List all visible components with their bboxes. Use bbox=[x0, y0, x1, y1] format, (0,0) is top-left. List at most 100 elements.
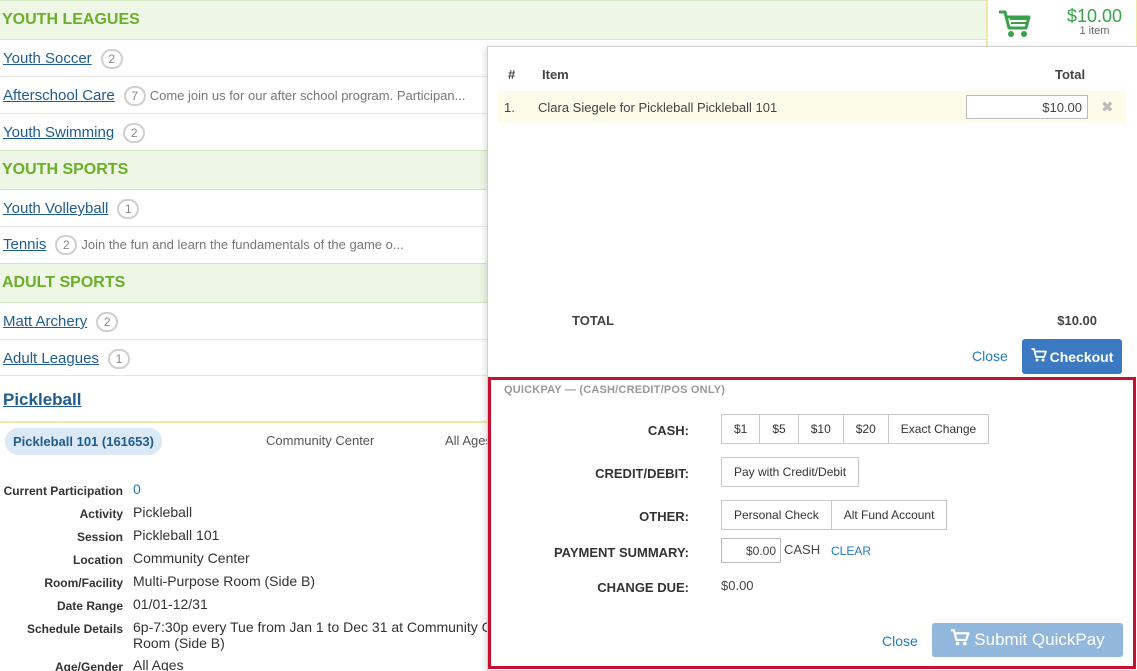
count-badge: 2 bbox=[123, 122, 146, 143]
change-due-value: $0.00 bbox=[721, 578, 754, 593]
cart-total-amount: $10.00 bbox=[1066, 6, 1122, 26]
fact-value: 6p-7:30p every Tue from Jan 1 to Dec 31 … bbox=[133, 619, 500, 635]
change-due-label: CHANGE DUE: bbox=[597, 580, 689, 595]
cart-item-row: 1. Clara Siegele for Pickleball Pickleba… bbox=[498, 91, 1126, 123]
fact-row: Activity Pickleball bbox=[0, 504, 490, 526]
count-badge: 7 bbox=[123, 85, 146, 106]
list-item: Matt Archery 2 bbox=[0, 303, 490, 340]
shopping-cart-icon bbox=[950, 629, 970, 651]
program-link-youth-volleyball[interactable]: Youth Volleyball bbox=[3, 200, 108, 217]
program-link-youth-swimming[interactable]: Youth Swimming bbox=[3, 124, 114, 141]
fact-value-continued: Room (Side B) bbox=[133, 635, 225, 651]
fact-value: Multi-Purpose Room (Side B) bbox=[133, 573, 316, 589]
count-badge: 2 bbox=[55, 234, 78, 255]
program-link-afterschool-care[interactable]: Afterschool Care bbox=[3, 87, 115, 104]
quickpay-title: QUICKPAY — (CASH/CREDIT/POS ONLY) bbox=[504, 384, 726, 396]
cart-total: $10.00 1 item bbox=[1066, 6, 1122, 37]
fact-row: Schedule Details 6p-7:30p every Tue from… bbox=[0, 619, 500, 653]
cash-button-group: $1 $5 $10 $20 Exact Change bbox=[721, 414, 990, 444]
fact-value[interactable]: 0 bbox=[133, 481, 141, 497]
detail-title-link[interactable]: Pickleball bbox=[3, 390, 81, 410]
other-button-group: Personal Check Alt Fund Account bbox=[721, 500, 948, 530]
fact-row: Location Community Center bbox=[0, 550, 490, 572]
cart-item-number: 1. bbox=[504, 100, 515, 115]
payment-summary-label: PAYMENT SUMMARY: bbox=[553, 545, 689, 560]
quickpay-close-link[interactable]: Close bbox=[882, 633, 918, 649]
fact-key: Current Participation bbox=[3, 484, 123, 498]
cart-close-link[interactable]: Close bbox=[972, 348, 1008, 364]
payment-method: CASH bbox=[784, 542, 821, 557]
alt-fund-account-button[interactable]: Alt Fund Account bbox=[830, 500, 948, 530]
cash-5-button[interactable]: $5 bbox=[759, 414, 799, 444]
list-item: Afterschool Care 7 Come join us for our … bbox=[0, 77, 490, 114]
fact-row: Room/Facility Multi-Purpose Room (Side B… bbox=[0, 573, 490, 595]
list-item: Youth Volleyball 1 bbox=[0, 190, 490, 227]
cart-total-label: TOTAL bbox=[572, 313, 615, 328]
fact-key: Room/Facility bbox=[44, 576, 123, 590]
list-item: Youth Swimming 2 bbox=[0, 114, 490, 151]
program-link-tennis[interactable]: Tennis bbox=[3, 236, 46, 253]
fact-key: Date Range bbox=[56, 599, 123, 613]
column-header-item: Item bbox=[542, 67, 569, 82]
count-badge: 2 bbox=[100, 48, 123, 69]
fact-row: Date Range 01/01-12/31 bbox=[0, 596, 490, 618]
shopping-cart-icon bbox=[1031, 348, 1047, 365]
cash-10-button[interactable]: $10 bbox=[797, 414, 844, 444]
cash-label: CASH: bbox=[647, 423, 689, 438]
fact-value: 01/01-12/31 bbox=[133, 596, 208, 612]
personal-check-button[interactable]: Personal Check bbox=[721, 500, 832, 530]
fact-value: Pickleball 101 bbox=[133, 527, 220, 543]
pay-with-credit-debit-button[interactable]: Pay with Credit/Debit bbox=[721, 457, 860, 487]
credit-button-group: Pay with Credit/Debit bbox=[721, 457, 860, 487]
cash-20-button[interactable]: $20 bbox=[842, 414, 889, 444]
clear-payment-link[interactable]: CLEAR bbox=[831, 544, 871, 558]
session-location: Community Center bbox=[266, 433, 375, 448]
cart-item-count: 1 item bbox=[1079, 25, 1110, 37]
section-heading-youth-leagues: YOUTH LEAGUES bbox=[0, 0, 986, 40]
count-badge: 1 bbox=[107, 348, 130, 369]
column-header-total: Total bbox=[1055, 67, 1086, 82]
checkout-label: Checkout bbox=[1049, 348, 1114, 365]
list-item: Tennis 2 Join the fun and learn the fund… bbox=[0, 226, 490, 263]
fact-key: Age/Gender bbox=[54, 660, 123, 671]
cart-total-value: $10.00 bbox=[1057, 313, 1097, 328]
quickpay-panel: QUICKPAY — (CASH/CREDIT/POS ONLY) CASH: … bbox=[488, 377, 1136, 669]
cart-summary[interactable]: $10.00 1 item bbox=[986, 0, 1137, 46]
cart-item-text: Clara Siegele for Pickleball Pickleball … bbox=[538, 100, 778, 115]
fact-value: All Ages bbox=[133, 657, 184, 671]
fact-row: Session Pickleball 101 bbox=[0, 527, 490, 549]
list-item: Adult Leagues 1 bbox=[0, 340, 490, 377]
program-link-adult-leagues[interactable]: Adult Leagues bbox=[3, 350, 99, 367]
program-link-matt-archery[interactable]: Matt Archery bbox=[3, 313, 87, 330]
shopping-cart-icon bbox=[998, 9, 1032, 44]
column-header-number: # bbox=[508, 67, 516, 82]
checkout-button[interactable]: Checkout bbox=[1022, 339, 1122, 374]
program-description: Join the fun and learn the fundamentals … bbox=[81, 237, 404, 252]
cart-item-amount-input[interactable] bbox=[966, 95, 1088, 119]
other-label: OTHER: bbox=[639, 509, 689, 524]
divider bbox=[0, 421, 490, 423]
fact-row: Age/Gender All Ages bbox=[0, 657, 490, 671]
fact-key: Schedule Details bbox=[26, 622, 123, 636]
count-badge: 2 bbox=[96, 311, 119, 332]
count-badge: 1 bbox=[117, 198, 140, 219]
cash-1-button[interactable]: $1 bbox=[721, 414, 761, 444]
fact-value: Pickleball bbox=[133, 504, 193, 520]
remove-item-icon[interactable]: ✖ bbox=[1101, 98, 1114, 116]
submit-quickpay-button[interactable]: Submit QuickPay bbox=[932, 623, 1123, 657]
fact-row: Current Participation 0 bbox=[0, 481, 490, 503]
fact-value: Community Center bbox=[133, 550, 250, 566]
fact-key: Location bbox=[73, 553, 123, 567]
fact-key: Session bbox=[76, 530, 123, 544]
submit-quickpay-label: Submit QuickPay bbox=[974, 630, 1105, 649]
list-item: Youth Soccer 2 bbox=[0, 40, 490, 77]
divider bbox=[0, 375, 490, 376]
program-link-youth-soccer[interactable]: Youth Soccer bbox=[3, 50, 92, 67]
exact-change-button[interactable]: Exact Change bbox=[887, 414, 990, 444]
fact-key: Activity bbox=[79, 507, 123, 521]
cart-popup: # Item Total 1. Clara Siegele for Pickle… bbox=[487, 46, 1137, 671]
session-pill[interactable]: Pickleball 101 (161653) bbox=[5, 428, 162, 455]
program-description: Come join us for our after school progra… bbox=[149, 88, 466, 103]
payment-amount-input[interactable] bbox=[721, 538, 781, 563]
session-ages: All Ages bbox=[445, 433, 492, 448]
